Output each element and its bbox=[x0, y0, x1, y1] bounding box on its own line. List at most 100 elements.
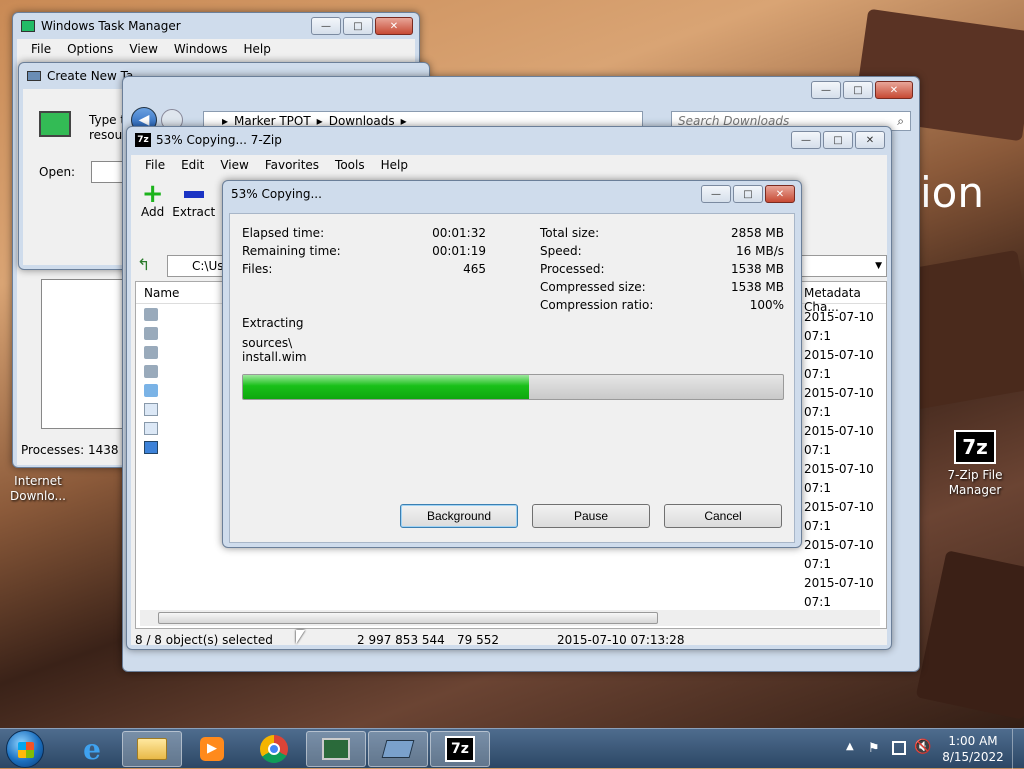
sevenzip-titlebar[interactable]: 7z 53% Copying... 7-Zip bbox=[127, 127, 891, 153]
chrome-icon bbox=[260, 735, 288, 763]
window-file-icon bbox=[144, 441, 158, 454]
compression-ratio-value: 100% bbox=[749, 298, 784, 312]
desktop-icon-internet-download[interactable]: Internet Downlo... bbox=[6, 474, 70, 504]
list-item-metadata[interactable]: 2015-07-10 07:1 bbox=[804, 460, 886, 498]
windows-logo-icon bbox=[18, 742, 34, 758]
run-icon bbox=[27, 71, 41, 81]
compressed-size-label: Compressed size: bbox=[540, 280, 646, 294]
status-packed: 79 552 bbox=[457, 633, 499, 647]
files-label: Files: bbox=[242, 262, 273, 276]
menu-help[interactable]: Help bbox=[373, 158, 416, 172]
minimize-button[interactable]: — bbox=[811, 81, 841, 99]
total-size-label: Total size: bbox=[540, 226, 600, 240]
scrollbar-thumb[interactable] bbox=[158, 612, 658, 624]
minimize-button[interactable]: — bbox=[311, 17, 341, 35]
media-player-icon: ▶ bbox=[200, 737, 224, 761]
process-list[interactable] bbox=[41, 279, 131, 429]
processes-count: Processes: 1438 bbox=[21, 443, 119, 457]
taskbar-chrome[interactable] bbox=[244, 731, 304, 767]
run-icon bbox=[381, 740, 415, 758]
compression-ratio-label: Compression ratio: bbox=[540, 298, 654, 312]
list-item-metadata[interactable]: 2015-07-10 07:1 bbox=[804, 422, 886, 460]
progress-bar bbox=[242, 374, 784, 400]
folder-icon bbox=[144, 365, 158, 378]
menu-tools[interactable]: Tools bbox=[327, 158, 373, 172]
taskbar-7zip[interactable]: 7z bbox=[430, 731, 490, 767]
folder-icon bbox=[144, 327, 158, 340]
remaining-time-value: 00:01:19 bbox=[432, 244, 486, 258]
file-icon bbox=[144, 403, 158, 416]
close-button[interactable]: ✕ bbox=[875, 81, 913, 99]
status-size: 2 997 853 544 bbox=[357, 633, 445, 647]
internet-explorer-icon: e bbox=[83, 732, 101, 766]
maximize-button[interactable]: □ bbox=[343, 17, 373, 35]
extract-button[interactable]: Extract bbox=[172, 183, 215, 219]
menu-file[interactable]: File bbox=[137, 158, 173, 172]
folder-icon bbox=[144, 346, 158, 359]
copy-dialog-title: 53% Copying... bbox=[231, 187, 322, 201]
close-button[interactable]: ✕ bbox=[855, 131, 885, 149]
folder-icon bbox=[137, 738, 167, 760]
column-name-header[interactable]: Name bbox=[144, 286, 179, 300]
extracting-label: Extracting bbox=[242, 316, 304, 330]
compressed-size-value: 1538 MB bbox=[731, 280, 784, 294]
processed-label: Processed: bbox=[540, 262, 605, 276]
chevron-down-icon[interactable]: ▼ bbox=[875, 261, 882, 271]
progress-bar-fill bbox=[243, 375, 530, 399]
maximize-button[interactable]: □ bbox=[733, 185, 763, 203]
up-folder-icon[interactable]: ↰ bbox=[137, 255, 163, 277]
network-icon[interactable] bbox=[892, 741, 906, 755]
add-button[interactable]: + Add bbox=[141, 179, 164, 219]
menu-options[interactable]: Options bbox=[59, 42, 121, 56]
volume-muted-icon[interactable]: 🔇 bbox=[914, 739, 931, 755]
menu-help[interactable]: Help bbox=[235, 42, 278, 56]
close-button[interactable]: ✕ bbox=[765, 185, 795, 203]
taskbar-media-player[interactable]: ▶ bbox=[182, 731, 242, 767]
cancel-button[interactable]: Cancel bbox=[664, 504, 782, 528]
taskbar-run-dialog[interactable] bbox=[368, 731, 428, 767]
exe-file-icon bbox=[144, 384, 158, 397]
menu-file[interactable]: File bbox=[23, 42, 59, 56]
7zip-icon: 7z bbox=[445, 736, 475, 762]
minimize-button[interactable]: — bbox=[701, 185, 731, 203]
maximize-button[interactable]: □ bbox=[843, 81, 873, 99]
show-hidden-icons-icon[interactable]: ▲ bbox=[846, 741, 854, 752]
menu-view[interactable]: View bbox=[212, 158, 256, 172]
sevenzip-toolbar: + Add Extract bbox=[141, 179, 223, 219]
menu-windows[interactable]: Windows bbox=[166, 42, 236, 56]
list-item-metadata[interactable]: 2015-07-10 07:1 bbox=[804, 574, 886, 612]
create-task-title: Create New Ta bbox=[47, 69, 134, 83]
add-icon: + bbox=[141, 179, 164, 209]
list-item-metadata[interactable]: 2015-07-10 07:1 bbox=[804, 384, 886, 422]
horizontal-scrollbar[interactable] bbox=[140, 610, 880, 626]
menu-view[interactable]: View bbox=[121, 42, 165, 56]
total-size-value: 2858 MB bbox=[731, 226, 784, 240]
search-icon: ⌕ bbox=[897, 113, 904, 128]
list-item-metadata[interactable]: 2015-07-10 07:1 bbox=[804, 308, 886, 346]
task-manager-icon bbox=[21, 20, 35, 32]
action-center-flag-icon[interactable]: ⚑ bbox=[868, 741, 880, 756]
clock[interactable]: 1:00 AM 8/15/2022 bbox=[940, 733, 1006, 765]
sevenzip-menubar: File Edit View Favorites Tools Help bbox=[131, 155, 887, 175]
status-date: 2015-07-10 07:13:28 bbox=[557, 633, 685, 647]
menu-favorites[interactable]: Favorites bbox=[257, 158, 327, 172]
taskbar-ie[interactable]: e bbox=[62, 731, 122, 767]
minimize-button[interactable]: — bbox=[791, 131, 821, 149]
list-item-metadata[interactable]: 2015-07-10 07:1 bbox=[804, 498, 886, 536]
close-button[interactable]: ✕ bbox=[375, 17, 413, 35]
maximize-button[interactable]: □ bbox=[823, 131, 853, 149]
taskbar-task-manager[interactable] bbox=[306, 731, 366, 767]
desktop-icon-7zip-manager[interactable]: 7z 7-Zip File Manager bbox=[940, 430, 1010, 498]
7zip-icon: 7z bbox=[954, 430, 996, 464]
status-selected: 8 / 8 object(s) selected bbox=[135, 633, 273, 647]
copy-progress-dialog[interactable]: 53% Copying... — □ ✕ Elapsed time: Remai… bbox=[222, 180, 802, 548]
background-button[interactable]: Background bbox=[400, 504, 518, 528]
menu-edit[interactable]: Edit bbox=[173, 158, 212, 172]
start-button[interactable] bbox=[6, 730, 44, 768]
show-desktop-button[interactable] bbox=[1012, 729, 1024, 769]
list-item-metadata[interactable]: 2015-07-10 07:1 bbox=[804, 346, 886, 384]
file-icon bbox=[144, 422, 158, 435]
list-item-metadata[interactable]: 2015-07-10 07:1 bbox=[804, 536, 886, 574]
pause-button[interactable]: Pause bbox=[532, 504, 650, 528]
taskbar-explorer[interactable] bbox=[122, 731, 182, 767]
